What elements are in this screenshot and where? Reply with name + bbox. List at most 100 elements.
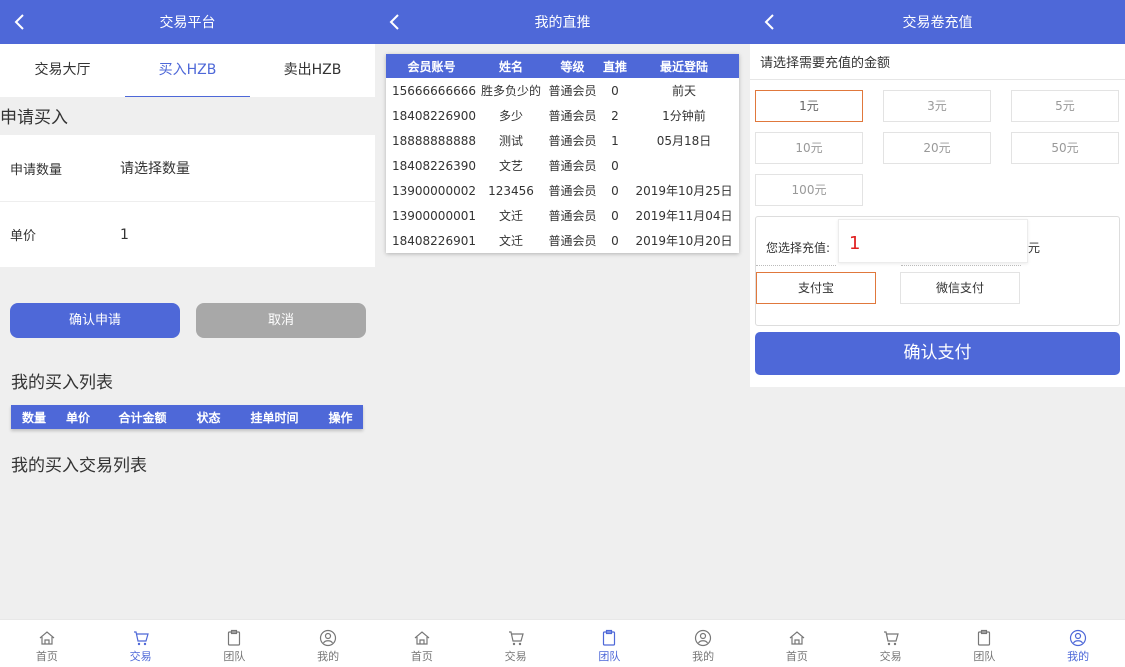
nav-team[interactable]: 团队 bbox=[563, 620, 657, 667]
user-icon bbox=[695, 629, 712, 647]
back-icon[interactable] bbox=[760, 11, 782, 33]
nav-home-label: 首页 bbox=[785, 650, 808, 663]
table-body: 15666666666 胜多负少的 普通会员 0 前天 18408226900 多少 普通会员… bbox=[386, 78, 739, 253]
nav-mine-label: 我的 bbox=[692, 650, 715, 663]
col-time: 挂单时间 bbox=[250, 410, 299, 425]
cell-direct: 1 bbox=[611, 133, 619, 148]
cell-account: 18408226901 bbox=[392, 233, 476, 248]
table-header: 会员账号 姓名 等级 直推 最近登陆 bbox=[386, 54, 739, 78]
cell-account: 18888888888 bbox=[392, 133, 476, 148]
qty-select[interactable]: 请选择数量 bbox=[120, 158, 190, 178]
nav-trade-label: 交易 bbox=[879, 650, 902, 663]
back-icon[interactable] bbox=[385, 11, 407, 33]
table-row: 15666666666 胜多负少的 普通会员 0 前天 bbox=[386, 78, 739, 103]
cell-name: 123456 bbox=[488, 183, 534, 198]
cell-direct: 0 bbox=[611, 233, 619, 248]
cart-icon bbox=[508, 631, 524, 646]
amount-options: 1元 3元 5元 10元 20元 50元 100元 bbox=[750, 80, 1125, 206]
apply-buy-title: 申请买入 bbox=[0, 108, 68, 128]
nav-mine[interactable]: 我的 bbox=[656, 620, 750, 667]
wechat-pay-button[interactable]: 微信支付 bbox=[900, 272, 1020, 304]
trade-panel: 交易平台 交易大厅 买入HZB 卖出HZB 申请买入 申请数量 请选择数量 单价… bbox=[0, 0, 375, 667]
user-icon bbox=[1070, 629, 1087, 647]
tab-trade-hall[interactable]: 交易大厅 bbox=[0, 44, 125, 97]
table-row: 18408226390 文艺 普通会员 0 bbox=[386, 153, 739, 178]
col-last-login: 最近登陆 bbox=[659, 59, 708, 74]
clipboard-icon bbox=[603, 629, 616, 646]
col-name: 姓名 bbox=[498, 59, 523, 74]
bottom-nav: 首页 交易 团队 我的 bbox=[750, 619, 1125, 667]
apply-form: 申请数量 请选择数量 单价 1 bbox=[0, 135, 375, 267]
cell-name: 多少 bbox=[498, 109, 523, 123]
cell-level: 普通会员 bbox=[548, 209, 597, 223]
amount-option[interactable]: 100元 bbox=[755, 174, 863, 206]
cell-last-login: 2019年10月20日 bbox=[635, 234, 733, 248]
cell-last-login: 2019年11月04日 bbox=[635, 209, 733, 223]
back-icon[interactable] bbox=[10, 11, 32, 33]
alipay-button[interactable]: 支付宝 bbox=[756, 272, 876, 304]
amount-option[interactable]: 20元 bbox=[883, 132, 991, 164]
amount-hint: 请选择需要充值的金额 bbox=[750, 44, 1125, 80]
nav-trade[interactable]: 交易 bbox=[844, 620, 938, 667]
nav-team[interactable]: 团队 bbox=[188, 620, 282, 667]
col-qty: 数量 bbox=[21, 410, 46, 425]
cell-account: 18408226900 bbox=[392, 108, 476, 123]
nav-trade[interactable]: 交易 bbox=[94, 620, 188, 667]
amount-input[interactable]: 1 bbox=[838, 219, 1028, 263]
amount-option[interactable]: 10元 bbox=[755, 132, 863, 164]
trade-tabs: 交易大厅 买入HZB 卖出HZB bbox=[0, 44, 375, 97]
nav-home[interactable]: 首页 bbox=[0, 620, 94, 667]
header: 交易卷充值 bbox=[750, 0, 1125, 44]
nav-mine[interactable]: 我的 bbox=[281, 620, 375, 667]
cell-direct: 0 bbox=[611, 158, 619, 173]
amount-option[interactable]: 3元 bbox=[883, 90, 991, 122]
divider bbox=[901, 265, 1021, 266]
cell-account: 15666666666 bbox=[392, 83, 476, 98]
amount-option[interactable]: 50元 bbox=[1011, 132, 1119, 164]
qty-row[interactable]: 申请数量 请选择数量 bbox=[0, 135, 375, 201]
nav-trade-label: 交易 bbox=[504, 650, 527, 663]
nav-team-label: 团队 bbox=[223, 650, 246, 663]
cell-direct: 0 bbox=[611, 208, 619, 223]
col-total: 合计金额 bbox=[118, 410, 167, 425]
cancel-button[interactable]: 取消 bbox=[196, 303, 366, 338]
nav-team[interactable]: 团队 bbox=[938, 620, 1032, 667]
page-title: 我的直推 bbox=[534, 15, 591, 31]
nav-trade[interactable]: 交易 bbox=[469, 620, 563, 667]
cell-account: 13900000001 bbox=[392, 208, 476, 223]
amount-option[interactable]: 5元 bbox=[1011, 90, 1119, 122]
nav-mine[interactable]: 我的 bbox=[1031, 620, 1125, 667]
table-row: 13900000001 文迁 普通会员 0 2019年11月04日 bbox=[386, 203, 739, 228]
cell-name: 测试 bbox=[498, 134, 523, 148]
bottom-nav: 首页 交易 团队 我的 bbox=[0, 619, 375, 667]
recharge-panel: 交易卷充值 请选择需要充值的金额 1元 3元 5元 10元 20元 50元 10… bbox=[750, 0, 1125, 667]
home-icon bbox=[789, 631, 805, 645]
recharge-form: 请选择需要充值的金额 1元 3元 5元 10元 20元 50元 100元 您选择… bbox=[750, 44, 1125, 387]
cell-level: 普通会员 bbox=[548, 159, 597, 173]
nav-home[interactable]: 首页 bbox=[375, 620, 469, 667]
confirm-pay-button[interactable]: 确认支付 bbox=[755, 332, 1120, 375]
form-actions: 确认申请 取消 bbox=[0, 267, 375, 338]
nav-home[interactable]: 首页 bbox=[750, 620, 844, 667]
buy-list-title: 我的买入列表 bbox=[11, 373, 113, 393]
home-icon bbox=[39, 631, 55, 645]
table-row: 18408226901 文迁 普通会员 0 2019年10月20日 bbox=[386, 228, 739, 253]
cell-direct: 0 bbox=[611, 83, 619, 98]
amount-option[interactable]: 1元 bbox=[755, 90, 863, 122]
nav-mine-label: 我的 bbox=[1067, 650, 1090, 663]
user-icon bbox=[320, 629, 337, 647]
cell-level: 普通会员 bbox=[548, 134, 597, 148]
col-level: 等级 bbox=[560, 59, 585, 74]
tab-buy-hzb[interactable]: 买入HZB bbox=[125, 44, 250, 97]
cell-direct: 0 bbox=[611, 183, 619, 198]
confirm-apply-button[interactable]: 确认申请 bbox=[10, 303, 180, 338]
cell-name: 文迁 bbox=[498, 234, 523, 248]
col-account: 会员账号 bbox=[407, 59, 456, 74]
tab-sell-hzb[interactable]: 卖出HZB bbox=[250, 44, 375, 97]
nav-team-label: 团队 bbox=[973, 650, 996, 663]
referral-table: 会员账号 姓名 等级 直推 最近登陆 15666666666 胜多负少的普通会员 0… bbox=[386, 54, 739, 253]
amount-unit: 元 bbox=[1028, 241, 1041, 255]
cell-name: 胜多负少的 bbox=[480, 84, 541, 98]
header: 我的直推 bbox=[375, 0, 750, 44]
nav-home-label: 首页 bbox=[35, 650, 58, 663]
